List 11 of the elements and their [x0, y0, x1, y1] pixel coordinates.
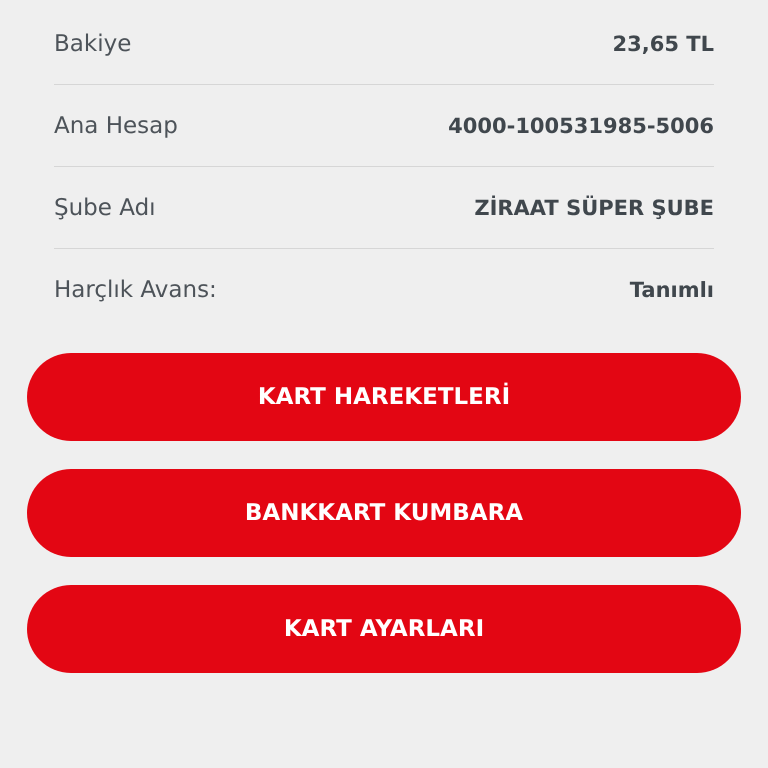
detail-value: 23,65 TL — [612, 32, 714, 56]
action-button[interactable]: KART AYARLARI — [27, 585, 741, 673]
detail-label: Bakiye — [54, 30, 132, 56]
action-button[interactable]: KART HAREKETLERİ — [27, 353, 741, 441]
detail-label: Harçlık Avans: — [54, 277, 217, 303]
action-button[interactable]: BANKKART KUMBARA — [27, 469, 741, 557]
detail-label: Şube Adı — [54, 194, 156, 220]
detail-value: Tanımlı — [630, 278, 714, 302]
detail-value: ZİRAAT SÜPER ŞUBE — [474, 196, 714, 220]
detail-label: Ana Hesap — [54, 112, 178, 138]
detail-value: 4000-100531985-5006 — [448, 114, 714, 138]
